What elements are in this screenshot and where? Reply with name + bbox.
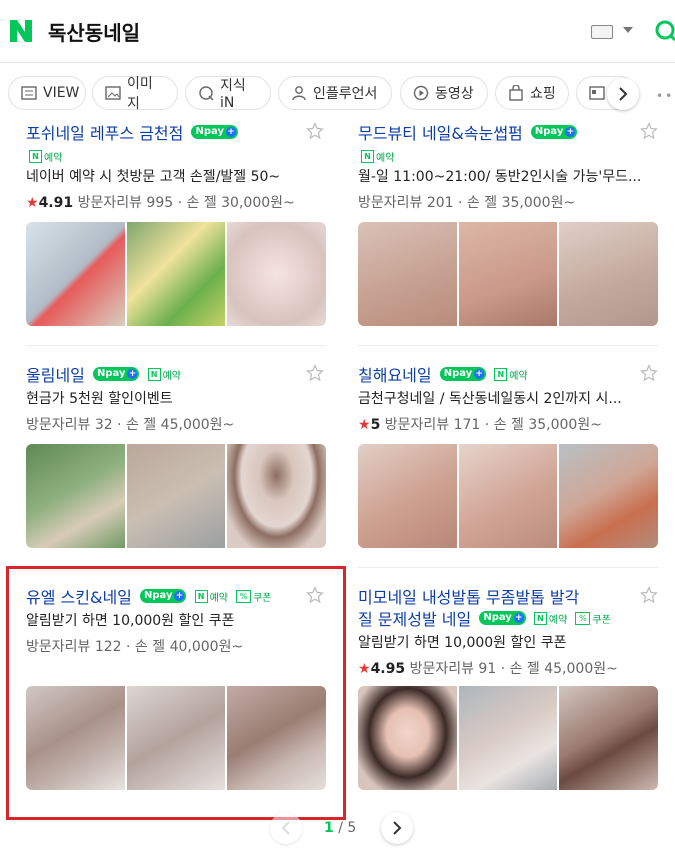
bookmark-star-icon[interactable] — [306, 364, 324, 382]
divider — [358, 567, 658, 568]
bookmark-star-icon[interactable] — [640, 586, 658, 604]
tab-video[interactable]: 동영상 — [400, 76, 488, 110]
view-icon — [21, 86, 37, 100]
place-thumbnail[interactable] — [227, 222, 326, 326]
place-images[interactable] — [26, 222, 326, 326]
place-thumbnail[interactable] — [26, 444, 125, 548]
tab-label: VIEW — [43, 85, 80, 101]
image-icon — [105, 86, 121, 100]
tab-influencer[interactable]: 인플루언서 — [278, 76, 392, 110]
play-icon — [413, 85, 429, 101]
search-query[interactable]: 독산동네일 — [48, 17, 140, 46]
place-promo: 현금가 5천원 할인이벤트 — [26, 391, 173, 407]
tab-shopping[interactable]: 쇼핑 — [495, 76, 569, 110]
place-promo: 네이버 예약 시 첫방문 고객 손젤/발젤 50~ — [26, 169, 281, 185]
place-card[interactable]: 울림네일 Npay + N 예약 현금가 5천원 할인이벤트 방문자리뷰 32 · … — [26, 354, 326, 554]
place-name-continued[interactable]: 질 문제성발 네일 — [358, 610, 471, 629]
more-dots-icon[interactable]: •• — [656, 89, 674, 103]
search-icon[interactable] — [653, 18, 675, 44]
tab-images[interactable]: 이미지 — [92, 76, 178, 112]
place-thumbnail[interactable] — [559, 444, 658, 548]
tabs-next-button[interactable] — [607, 78, 639, 110]
place-thumbnail[interactable] — [559, 686, 658, 790]
place-card[interactable]: 포쉬네일 레푸스 금천점 Npay + N 예약 네이버 예약 시 첫방문 고객 손… — [26, 112, 326, 332]
place-card[interactable]: 칠해요네일 Npay + N 예약 금천구청네일 / 독산동네일동시 2인까지 시.… — [358, 354, 658, 554]
tab-label: 인플루언서 — [313, 86, 378, 102]
npay-badge: Npay + — [92, 367, 140, 381]
place-thumbnail[interactable] — [559, 222, 658, 326]
place-thumbnail[interactable] — [358, 222, 457, 326]
place-thumbnail[interactable] — [358, 686, 457, 790]
pagination: 1 / 5 — [0, 812, 675, 846]
place-promo: 알림받기 하면 10,000원 할인 쿠폰 — [358, 635, 567, 651]
highlight-box — [6, 566, 346, 820]
tab-label: 쇼핑 — [530, 86, 556, 102]
tab-label: 동영상 — [435, 86, 474, 102]
chevron-down-icon[interactable] — [623, 27, 633, 33]
page-indicator: 1 / 5 — [324, 820, 357, 836]
place-images[interactable] — [358, 222, 658, 326]
place-images[interactable] — [358, 686, 658, 790]
npay-badge: Npay + — [191, 125, 238, 139]
chevron-right-icon — [619, 87, 628, 101]
search-header: 독산동네일 — [0, 0, 675, 63]
reservation-badge: N 예약 — [147, 367, 181, 382]
place-meta: ★5 방문자리뷰 171 · 손 젤 35,000원~ — [358, 417, 602, 433]
coupon-badge: % 쿠폰 — [575, 611, 611, 626]
chevron-left-icon — [281, 821, 290, 835]
place-thumbnail[interactable] — [126, 222, 226, 326]
prev-page-button[interactable] — [270, 812, 302, 844]
reservation-badge: N 예약 — [29, 149, 62, 164]
news-icon — [589, 86, 605, 100]
chevron-right-icon — [393, 821, 402, 835]
reservation-badge: N 예약 — [533, 611, 567, 626]
divider — [26, 345, 326, 346]
place-meta: 방문자리뷰 201 · 손 젤 35,000원~ — [358, 195, 576, 211]
place-name[interactable]: 미모네일 내성발톱 무좀발톱 발각 — [358, 588, 579, 607]
tab-label: 지식iN — [220, 78, 246, 111]
place-thumbnail[interactable] — [458, 686, 558, 790]
keyboard-icon[interactable] — [591, 25, 613, 39]
place-images[interactable] — [26, 444, 326, 548]
place-name[interactable]: 무드뷰티 네일&속눈썹펌 — [358, 124, 523, 143]
place-promo: 금천구청네일 / 독산동네일동시 2인까지 시... — [358, 391, 622, 407]
reservation-badge: N 예약 — [494, 367, 528, 382]
place-name[interactable]: 포쉬네일 레푸스 금천점 — [26, 124, 183, 143]
knowledge-icon — [199, 86, 214, 101]
place-thumbnail[interactable] — [126, 444, 226, 548]
place-card[interactable]: 무드뷰티 네일&속눈썹펌 Npay + N 예약 월-일 11:00~21:00/ … — [358, 112, 658, 332]
next-page-button[interactable] — [381, 812, 413, 844]
place-images[interactable] — [358, 444, 658, 548]
bookmark-star-icon[interactable] — [306, 122, 324, 140]
tab-knowledge[interactable]: 지식iN — [185, 76, 271, 111]
place-promo: 월-일 11:00~21:00/ 동반2인시술 가능'무드... — [358, 169, 642, 185]
place-thumbnail[interactable] — [358, 444, 457, 548]
place-meta: ★4.95 방문자리뷰 91 · 손 젤 45,000원~ — [358, 661, 618, 677]
place-name[interactable]: 칠해요네일 — [358, 366, 432, 385]
npay-badge: Npay + — [439, 367, 487, 381]
place-card[interactable]: 미모네일 내성발톱 무좀발톱 발각 질 문제성발 네일 Npay + N 예약 % 쿠… — [358, 576, 658, 796]
bookmark-star-icon[interactable] — [640, 122, 658, 140]
place-thumbnail[interactable] — [458, 444, 558, 548]
place-thumbnail[interactable] — [458, 222, 558, 326]
tab-view[interactable]: VIEW — [8, 76, 86, 110]
tab-label: 이미지 — [127, 76, 153, 112]
npay-badge: Npay + — [530, 125, 578, 139]
place-name[interactable]: 울림네일 — [26, 366, 85, 385]
naver-logo-icon[interactable] — [8, 18, 34, 44]
person-icon — [292, 86, 306, 101]
reservation-badge: N 예약 — [361, 149, 394, 164]
place-thumbnail[interactable] — [227, 444, 326, 548]
place-meta: 방문자리뷰 32 · 손 젤 45,000원~ — [26, 417, 235, 433]
npay-badge: Npay + — [479, 611, 526, 625]
shopping-bag-icon — [509, 85, 523, 101]
divider — [358, 345, 658, 346]
place-thumbnail[interactable] — [26, 222, 125, 326]
bookmark-star-icon[interactable] — [640, 364, 658, 382]
place-meta: ★4.91 방문자리뷰 995 · 손 젤 30,000원~ — [26, 195, 295, 211]
